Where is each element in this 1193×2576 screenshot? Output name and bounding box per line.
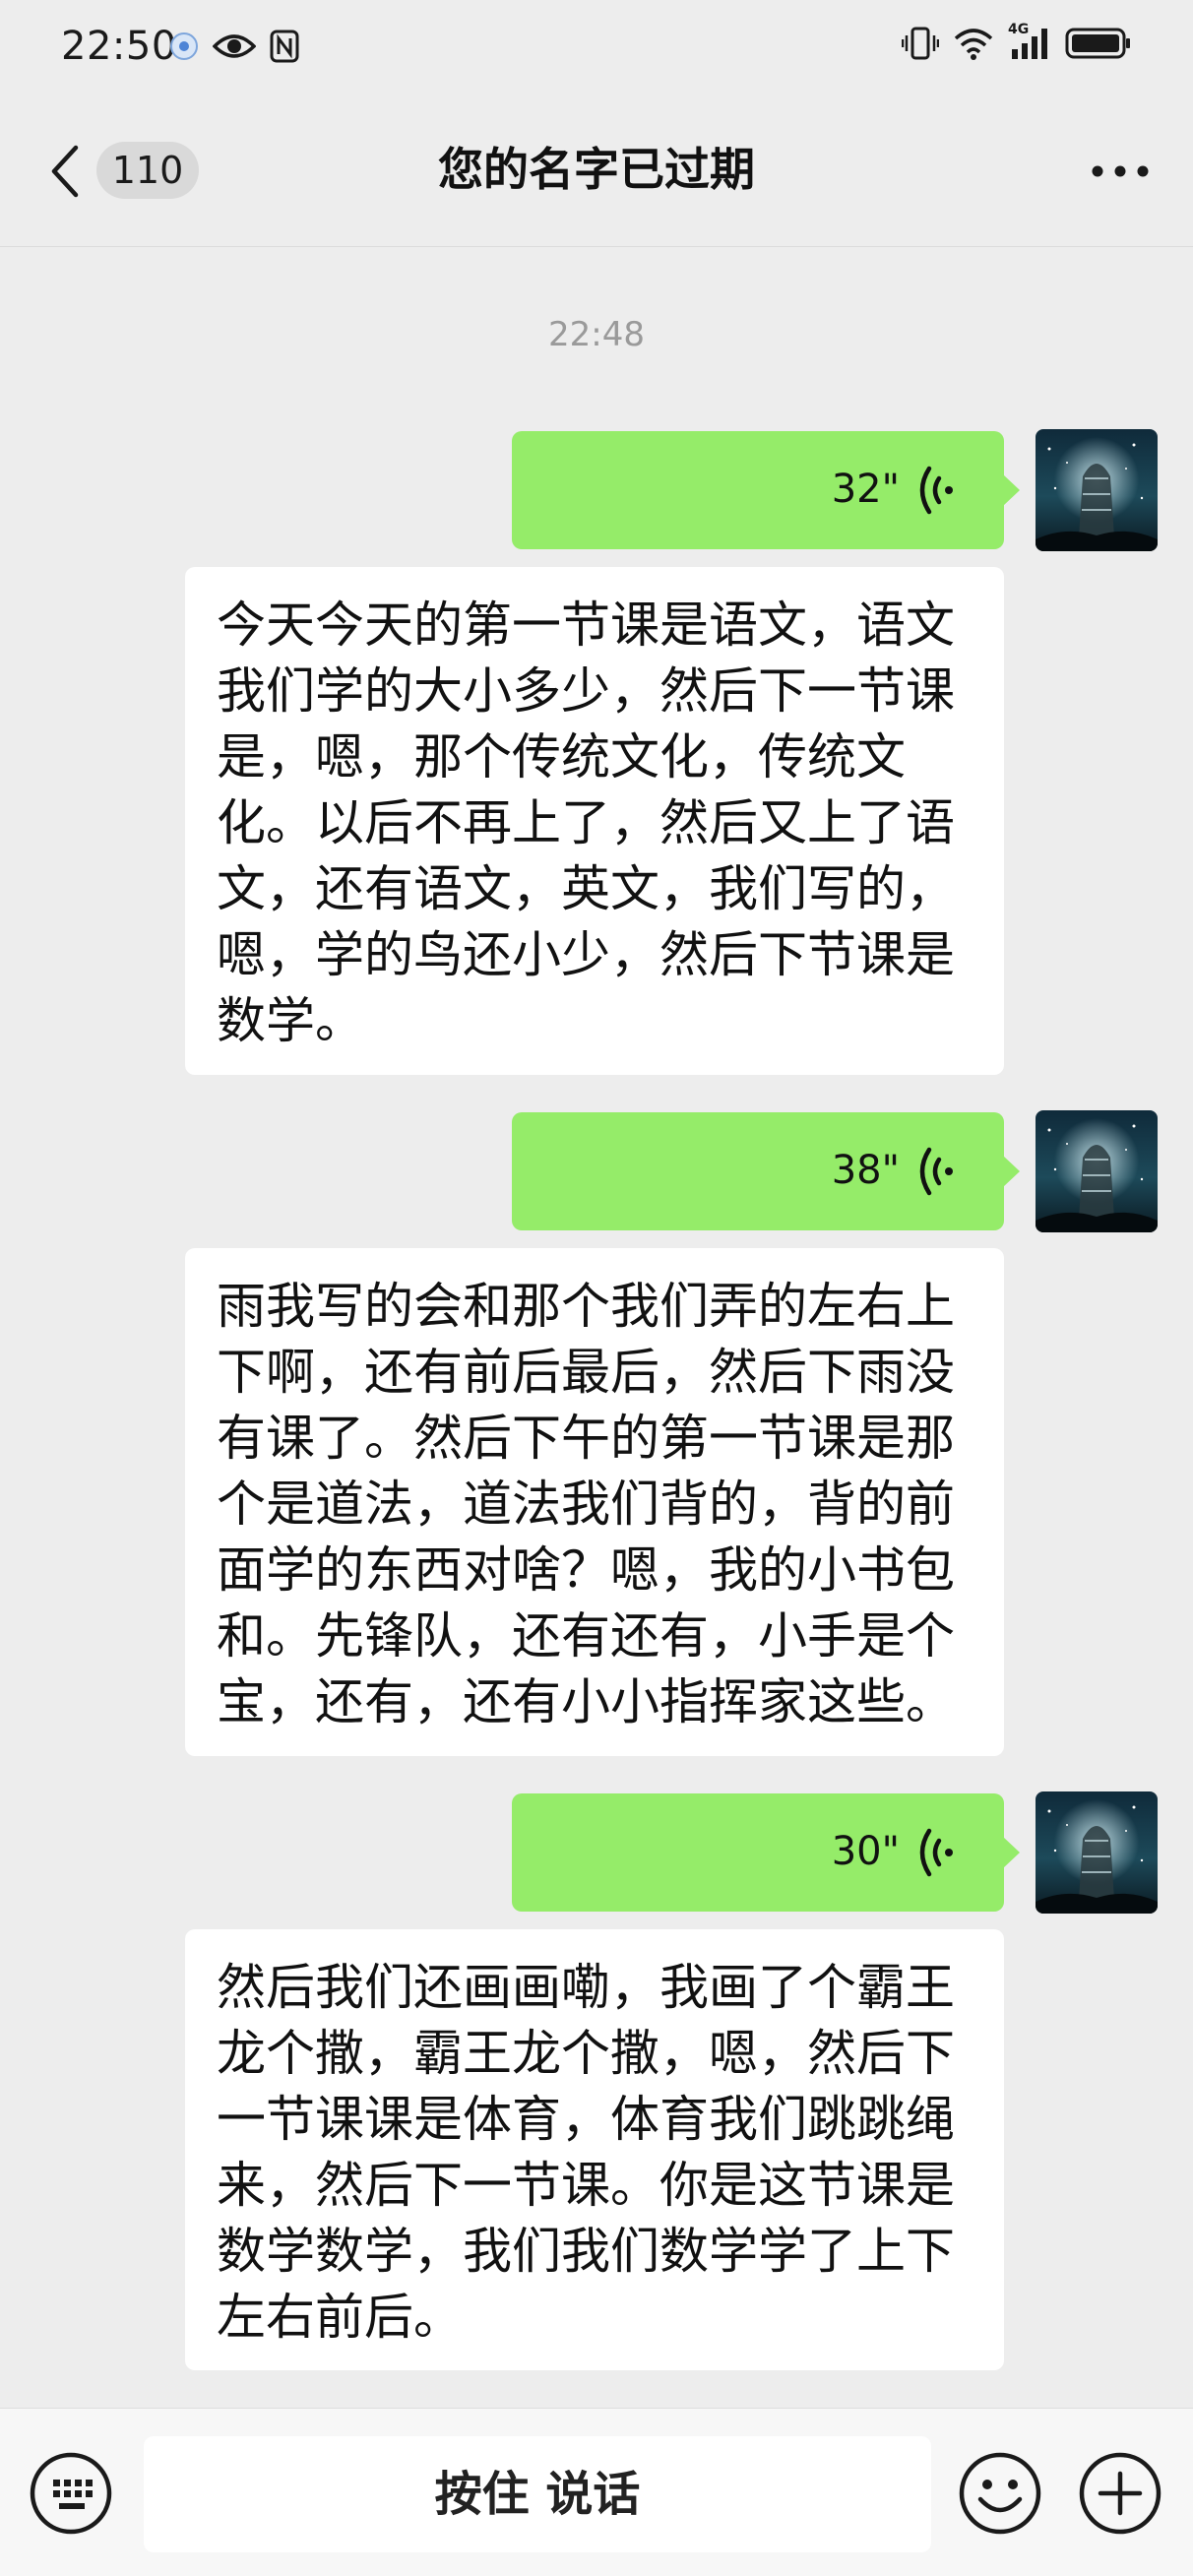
status-right-icons: 4G bbox=[902, 22, 1132, 61]
chat-header: 110 您的名字已过期 bbox=[0, 94, 1193, 247]
hold-to-talk-button[interactable]: 按住 说话 bbox=[144, 2436, 931, 2552]
chat-input-bar: 按住 说话 bbox=[0, 2408, 1193, 2576]
voice-transcript-text: 雨我写的会和那个我们弄的左右上下啊，还有前后最后，然后下雨没有课了。然后下午的第… bbox=[185, 1248, 1004, 1756]
back-button[interactable] bbox=[43, 140, 87, 203]
message-timestamp: 22:48 bbox=[548, 315, 645, 354]
eye-icon bbox=[213, 34, 256, 58]
unread-count-badge[interactable]: 110 bbox=[96, 142, 199, 199]
emoji-button[interactable] bbox=[957, 2450, 1043, 2537]
voice-wave-icon bbox=[919, 1147, 953, 1196]
avatar[interactable] bbox=[1036, 1791, 1158, 1914]
keyboard-icon bbox=[30, 2452, 112, 2535]
voice-duration: 30" bbox=[831, 1829, 900, 1874]
status-left-icons bbox=[169, 30, 299, 63]
status-bar: 22:50 4G bbox=[0, 0, 1193, 94]
chevron-left-icon bbox=[51, 145, 79, 198]
chat-title: 您的名字已过期 bbox=[438, 143, 755, 196]
voice-wave-icon bbox=[919, 466, 953, 515]
avatar-image bbox=[1036, 1110, 1158, 1232]
voice-duration: 38" bbox=[831, 1148, 900, 1193]
smiley-icon bbox=[959, 2452, 1041, 2535]
voice-message-bubble[interactable]: 32" bbox=[512, 431, 1020, 549]
voice-wave-icon bbox=[919, 1828, 953, 1877]
wifi-icon bbox=[954, 29, 993, 60]
vibrate-icon bbox=[902, 27, 939, 60]
more-dots-icon bbox=[1092, 165, 1149, 177]
more-options-button[interactable] bbox=[1081, 150, 1160, 193]
nfc-icon bbox=[270, 30, 299, 63]
voice-message-bubble[interactable]: 38" bbox=[512, 1112, 1020, 1230]
status-time: 22:50 bbox=[61, 24, 177, 69]
voice-transcript-text: 今天今天的第一节课是语文，语文我们学的大小多少，然后下一节课是，嗯，那个传统文化… bbox=[185, 567, 1004, 1075]
plus-icon bbox=[1079, 2452, 1162, 2535]
more-functions-button[interactable] bbox=[1077, 2450, 1163, 2537]
keyboard-toggle-button[interactable] bbox=[28, 2450, 114, 2537]
voice-duration: 32" bbox=[831, 467, 900, 512]
avatar[interactable] bbox=[1036, 429, 1158, 551]
voice-message-bubble[interactable]: 30" bbox=[512, 1793, 1020, 1912]
location-dot-icon bbox=[170, 32, 198, 60]
avatar[interactable] bbox=[1036, 1110, 1158, 1232]
signal-4g-icon: 4G bbox=[1008, 22, 1051, 61]
avatar-image bbox=[1036, 429, 1158, 551]
battery-icon bbox=[1065, 28, 1130, 59]
avatar-image bbox=[1036, 1791, 1158, 1914]
voice-transcript-text: 然后我们还画画嘞，我画了个霸王龙个撒，霸王龙个撒，嗯，然后下一节课课是体育，体育… bbox=[185, 1929, 1004, 2370]
